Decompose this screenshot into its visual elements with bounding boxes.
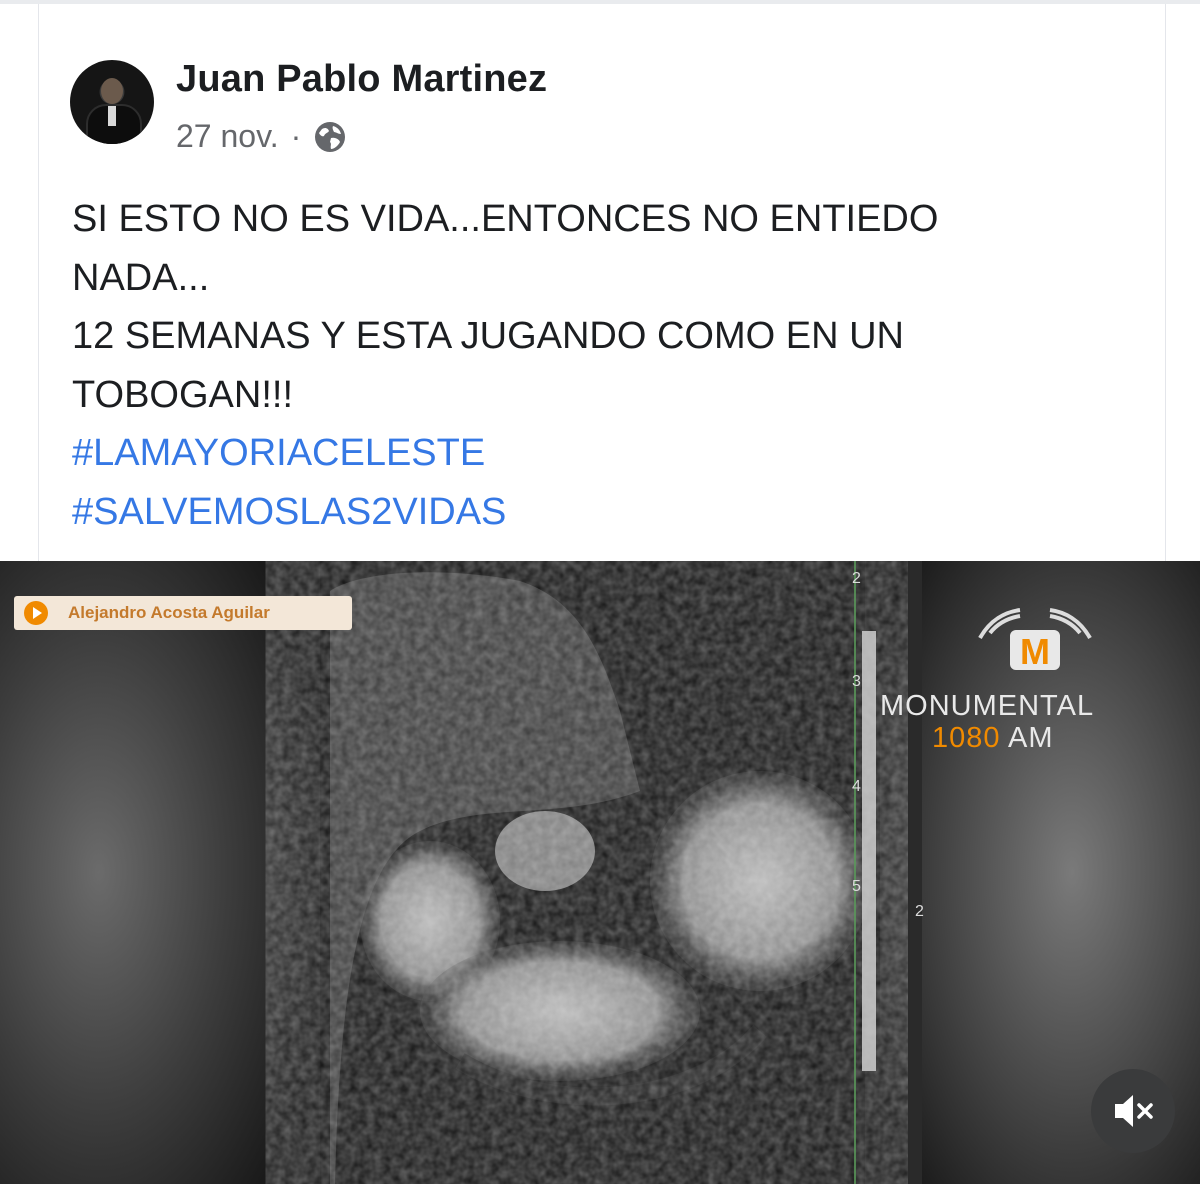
avatar-shirt: [108, 106, 116, 126]
logo-freq: 1080: [932, 722, 1001, 754]
depth-scale-label: 2: [852, 570, 861, 587]
overlay-tag-label: Alejandro Acosta Aguilar: [68, 603, 270, 622]
author-name[interactable]: Juan Pablo Martinez: [176, 58, 547, 101]
post-meta: 27 nov. ·: [176, 118, 347, 155]
avatar-head: [101, 78, 123, 104]
logo-band: AM: [1007, 722, 1054, 754]
video-overlay-tag: Alejandro Acosta Aguilar: [14, 596, 352, 630]
depth-scale-label: 3: [852, 673, 861, 690]
logo-title: MONUMENTAL: [880, 690, 1095, 722]
hashtag-link[interactable]: #LAMAYORIACELESTE: [72, 424, 1122, 483]
hashtag-link[interactable]: #SALVEMOSLAS2VIDAS: [72, 483, 1122, 542]
post-text-line: SI ESTO NO ES VIDA...ENTONCES NO ENTIEDO: [72, 198, 939, 240]
speaker-muted-icon: [1115, 1095, 1153, 1127]
depth-scale-label: 5: [852, 878, 861, 895]
play-icon: [24, 601, 48, 625]
signal-icon: M: [978, 608, 1092, 672]
post-text-line: TOBOGAN!!!: [72, 373, 294, 416]
meta-separator: ·: [290, 118, 302, 154]
globe-icon: [313, 120, 347, 154]
post-body: SI ESTO NO ES VIDA...ENTONCES NO ENTIEDO…: [72, 190, 1122, 541]
logo-frequency: 1080 AM: [932, 722, 1053, 755]
depth-scale-label: 2: [915, 903, 924, 920]
top-divider: [0, 0, 1200, 4]
depth-scale-label: 4: [852, 778, 861, 795]
logo-letter: M: [1020, 631, 1050, 672]
avatar[interactable]: [70, 60, 154, 144]
post-date[interactable]: 27 nov.: [176, 118, 279, 155]
mute-button[interactable]: [1091, 1069, 1175, 1153]
post-text-line: 12 SEMANAS Y ESTA JUGANDO COMO EN UN: [72, 315, 904, 357]
post-text-line: NADA...: [72, 256, 210, 299]
